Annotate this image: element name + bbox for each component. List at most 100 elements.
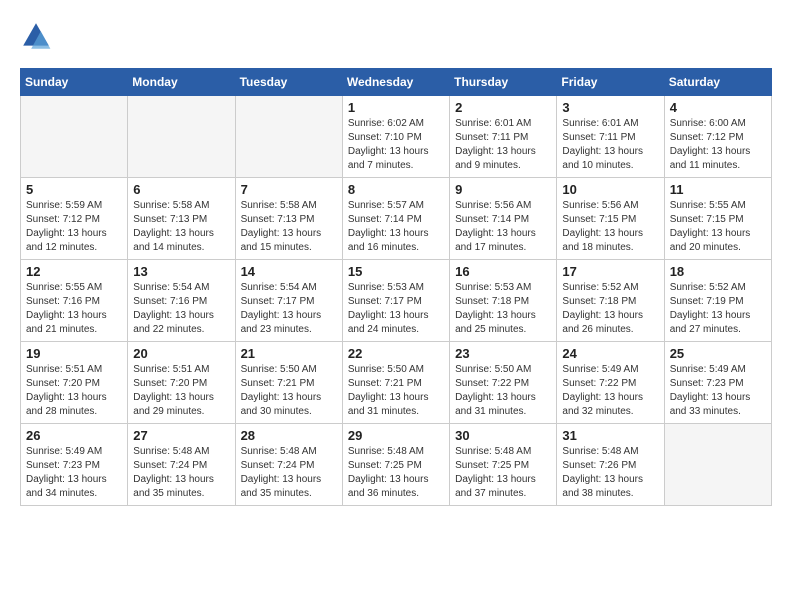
day-number: 21 xyxy=(241,346,337,361)
calendar-cell: 21 Sunrise: 5:50 AM Sunset: 7:21 PM Dayli… xyxy=(235,342,342,424)
day-number: 1 xyxy=(348,100,444,115)
calendar-cell xyxy=(235,96,342,178)
calendar-cell: 23 Sunrise: 5:50 AM Sunset: 7:22 PM Dayli… xyxy=(450,342,557,424)
day-info: Sunrise: 5:50 AM Sunset: 7:21 PM Dayligh… xyxy=(348,363,444,419)
day-info: Sunrise: 5:48 AM Sunset: 7:25 PM Dayligh… xyxy=(348,445,444,501)
day-info: Sunrise: 5:51 AM Sunset: 7:20 PM Dayligh… xyxy=(133,363,229,419)
day-info: Sunrise: 5:58 AM Sunset: 7:13 PM Dayligh… xyxy=(241,199,337,255)
day-info: Sunrise: 5:51 AM Sunset: 7:20 PM Dayligh… xyxy=(26,363,122,419)
day-number: 11 xyxy=(670,182,766,197)
calendar-cell: 31Sunrise: 5:48 AM Sunset: 7:26 PM Dayli… xyxy=(557,424,664,506)
day-number: 15 xyxy=(348,264,444,279)
day-number: 29 xyxy=(348,428,444,443)
calendar-table: SundayMondayTuesdayWednesdayThursdayFrid… xyxy=(20,68,772,506)
day-info: Sunrise: 5:48 AM Sunset: 7:24 PM Dayligh… xyxy=(241,445,337,501)
day-number: 19 xyxy=(26,346,122,361)
calendar-cell: 11 Sunrise: 5:55 AM Sunset: 7:15 PM Dayli… xyxy=(664,178,771,260)
day-info: Sunrise: 5:48 AM Sunset: 7:25 PM Dayligh… xyxy=(455,445,551,501)
calendar-cell: 14Sunrise: 5:54 AM Sunset: 7:17 PM Dayli… xyxy=(235,260,342,342)
calendar-cell: 7 Sunrise: 5:58 AM Sunset: 7:13 PM Daylig… xyxy=(235,178,342,260)
day-number: 13 xyxy=(133,264,229,279)
day-number: 3 xyxy=(562,100,658,115)
day-info: Sunrise: 5:50 AM Sunset: 7:22 PM Dayligh… xyxy=(455,363,551,419)
day-number: 16 xyxy=(455,264,551,279)
day-number: 2 xyxy=(455,100,551,115)
day-info: Sunrise: 5:48 AM Sunset: 7:24 PM Dayligh… xyxy=(133,445,229,501)
calendar-cell: 8Sunrise: 5:57 AM Sunset: 7:14 PM Daylig… xyxy=(342,178,449,260)
calendar-cell: 25 Sunrise: 5:49 AM Sunset: 7:23 PM Dayli… xyxy=(664,342,771,424)
day-number: 10 xyxy=(562,182,658,197)
calendar-cell: 24 Sunrise: 5:49 AM Sunset: 7:22 PM Dayli… xyxy=(557,342,664,424)
day-info: Sunrise: 5:50 AM Sunset: 7:21 PM Dayligh… xyxy=(241,363,337,419)
calendar-cell: 20 Sunrise: 5:51 AM Sunset: 7:20 PM Dayli… xyxy=(128,342,235,424)
weekday-header-monday: Monday xyxy=(128,69,235,96)
day-number: 24 xyxy=(562,346,658,361)
day-info: Sunrise: 5:49 AM Sunset: 7:23 PM Dayligh… xyxy=(670,363,766,419)
calendar-cell: 6 Sunrise: 5:58 AM Sunset: 7:13 PM Daylig… xyxy=(128,178,235,260)
weekday-header-tuesday: Tuesday xyxy=(235,69,342,96)
day-info: Sunrise: 6:00 AM Sunset: 7:12 PM Dayligh… xyxy=(670,117,766,173)
calendar-cell: 12 Sunrise: 5:55 AM Sunset: 7:16 PM Dayli… xyxy=(21,260,128,342)
calendar-cell: 18 Sunrise: 5:52 AM Sunset: 7:19 PM Dayli… xyxy=(664,260,771,342)
day-number: 14 xyxy=(241,264,337,279)
calendar-week-3: 12 Sunrise: 5:55 AM Sunset: 7:16 PM Dayli… xyxy=(21,260,772,342)
calendar-cell: 2 Sunrise: 6:01 AM Sunset: 7:11 PM Daylig… xyxy=(450,96,557,178)
calendar-cell: 1 Sunrise: 6:02 AM Sunset: 7:10 PM Daylig… xyxy=(342,96,449,178)
day-info: Sunrise: 5:53 AM Sunset: 7:17 PM Dayligh… xyxy=(348,281,444,337)
weekday-header-sunday: Sunday xyxy=(21,69,128,96)
calendar-cell: 26 Sunrise: 5:49 AM Sunset: 7:23 PM Dayli… xyxy=(21,424,128,506)
calendar-cell xyxy=(664,424,771,506)
day-number: 23 xyxy=(455,346,551,361)
day-info: Sunrise: 5:54 AM Sunset: 7:16 PM Dayligh… xyxy=(133,281,229,337)
day-number: 4 xyxy=(670,100,766,115)
calendar-cell: 10 Sunrise: 5:56 AM Sunset: 7:15 PM Dayli… xyxy=(557,178,664,260)
day-info: Sunrise: 5:52 AM Sunset: 7:18 PM Dayligh… xyxy=(562,281,658,337)
day-number: 9 xyxy=(455,182,551,197)
calendar-cell: 17 Sunrise: 5:52 AM Sunset: 7:18 PM Dayli… xyxy=(557,260,664,342)
calendar-cell: 22Sunrise: 5:50 AM Sunset: 7:21 PM Dayli… xyxy=(342,342,449,424)
day-number: 6 xyxy=(133,182,229,197)
day-number: 26 xyxy=(26,428,122,443)
logo-icon xyxy=(20,20,52,52)
weekday-header-saturday: Saturday xyxy=(664,69,771,96)
day-info: Sunrise: 5:49 AM Sunset: 7:22 PM Dayligh… xyxy=(562,363,658,419)
day-info: Sunrise: 5:52 AM Sunset: 7:19 PM Dayligh… xyxy=(670,281,766,337)
calendar-week-4: 19 Sunrise: 5:51 AM Sunset: 7:20 PM Dayli… xyxy=(21,342,772,424)
day-number: 27 xyxy=(133,428,229,443)
weekday-header-wednesday: Wednesday xyxy=(342,69,449,96)
day-number: 5 xyxy=(26,182,122,197)
weekday-header-thursday: Thursday xyxy=(450,69,557,96)
day-info: Sunrise: 6:01 AM Sunset: 7:11 PM Dayligh… xyxy=(455,117,551,173)
day-number: 7 xyxy=(241,182,337,197)
day-number: 20 xyxy=(133,346,229,361)
page-header xyxy=(20,20,772,52)
calendar-cell: 16 Sunrise: 5:53 AM Sunset: 7:18 PM Dayli… xyxy=(450,260,557,342)
calendar-cell: 19 Sunrise: 5:51 AM Sunset: 7:20 PM Dayli… xyxy=(21,342,128,424)
logo xyxy=(20,20,56,52)
calendar-cell: 4 Sunrise: 6:00 AM Sunset: 7:12 PM Daylig… xyxy=(664,96,771,178)
day-info: Sunrise: 5:56 AM Sunset: 7:15 PM Dayligh… xyxy=(562,199,658,255)
day-number: 25 xyxy=(670,346,766,361)
day-info: Sunrise: 5:56 AM Sunset: 7:14 PM Dayligh… xyxy=(455,199,551,255)
day-number: 30 xyxy=(455,428,551,443)
calendar-cell: 29 Sunrise: 5:48 AM Sunset: 7:25 PM Dayli… xyxy=(342,424,449,506)
weekday-header-friday: Friday xyxy=(557,69,664,96)
calendar-cell: 9 Sunrise: 5:56 AM Sunset: 7:14 PM Daylig… xyxy=(450,178,557,260)
day-info: Sunrise: 5:53 AM Sunset: 7:18 PM Dayligh… xyxy=(455,281,551,337)
calendar-cell xyxy=(128,96,235,178)
day-info: Sunrise: 5:49 AM Sunset: 7:23 PM Dayligh… xyxy=(26,445,122,501)
day-number: 17 xyxy=(562,264,658,279)
day-info: Sunrise: 6:02 AM Sunset: 7:10 PM Dayligh… xyxy=(348,117,444,173)
day-number: 12 xyxy=(26,264,122,279)
day-number: 18 xyxy=(670,264,766,279)
calendar-cell: 28 Sunrise: 5:48 AM Sunset: 7:24 PM Dayli… xyxy=(235,424,342,506)
calendar-cell: 15 Sunrise: 5:53 AM Sunset: 7:17 PM Dayli… xyxy=(342,260,449,342)
calendar-week-2: 5Sunrise: 5:59 AM Sunset: 7:12 PM Daylig… xyxy=(21,178,772,260)
calendar-cell: 5Sunrise: 5:59 AM Sunset: 7:12 PM Daylig… xyxy=(21,178,128,260)
day-info: Sunrise: 5:55 AM Sunset: 7:15 PM Dayligh… xyxy=(670,199,766,255)
day-number: 28 xyxy=(241,428,337,443)
day-info: Sunrise: 5:55 AM Sunset: 7:16 PM Dayligh… xyxy=(26,281,122,337)
calendar-week-1: 1 Sunrise: 6:02 AM Sunset: 7:10 PM Daylig… xyxy=(21,96,772,178)
day-info: Sunrise: 6:01 AM Sunset: 7:11 PM Dayligh… xyxy=(562,117,658,173)
day-info: Sunrise: 5:58 AM Sunset: 7:13 PM Dayligh… xyxy=(133,199,229,255)
